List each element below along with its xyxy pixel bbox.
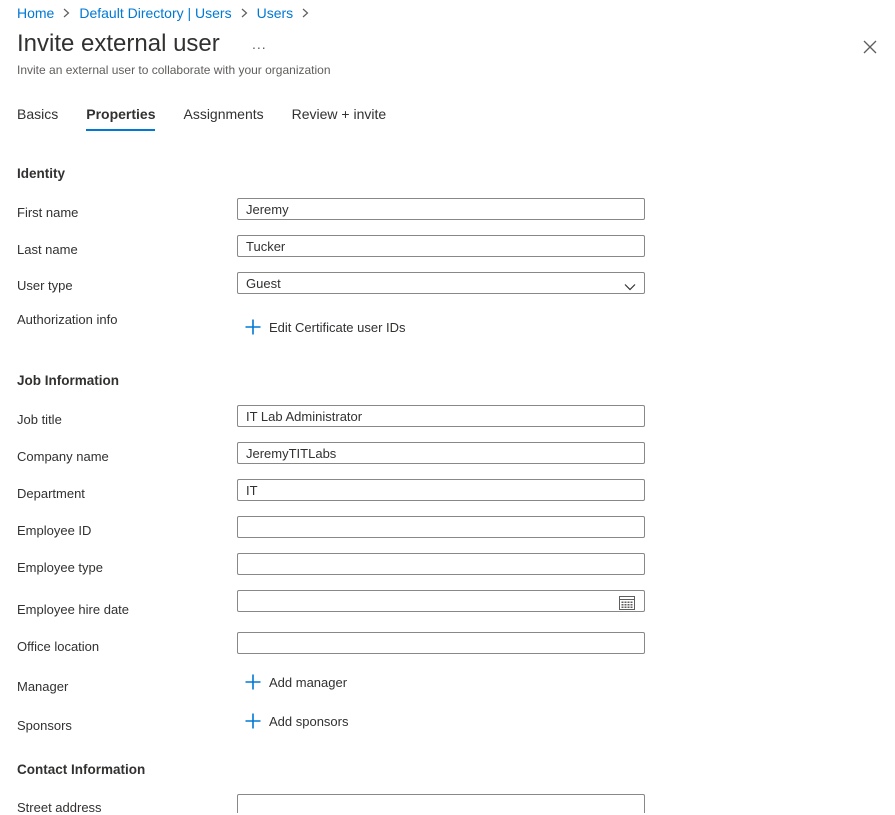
employee-type-field[interactable] [237, 553, 645, 575]
tab-bar: Basics Properties Assignments Review + i… [17, 106, 414, 131]
tab-properties[interactable]: Properties [86, 106, 156, 131]
authorization-info-label: Authorization info [17, 312, 118, 327]
company-name-label: Company name [17, 449, 109, 464]
job-information-heading: Job Information [17, 373, 119, 388]
user-type-dropdown[interactable]: Guest [237, 272, 645, 294]
tab-basics[interactable]: Basics [17, 106, 58, 131]
add-manager-label: Add manager [269, 674, 348, 690]
add-icon [245, 713, 261, 729]
employee-id-field[interactable] [237, 516, 645, 538]
first-name-label: First name [17, 205, 79, 220]
employee-id-label: Employee ID [17, 523, 92, 538]
page-subtitle: Invite an external user to collaborate w… [17, 63, 331, 77]
edit-certificate-user-ids-button[interactable]: Edit Certificate user IDs [245, 319, 406, 335]
add-manager-button[interactable]: Add manager [245, 674, 347, 690]
tab-review-invite[interactable]: Review + invite [292, 106, 387, 131]
calendar-icon[interactable] [619, 595, 635, 610]
employee-hire-date-label: Employee hire date [17, 602, 130, 617]
add-icon [245, 674, 261, 690]
chevron-right-icon [63, 5, 70, 21]
chevron-right-icon [241, 5, 248, 21]
company-name-field[interactable]: JeremyTITLabs [237, 442, 645, 464]
chevron-right-icon [302, 5, 309, 21]
breadcrumb-directory-link[interactable]: Default Directory | Users [79, 5, 231, 21]
sponsors-label: Sponsors [17, 718, 72, 733]
tab-assignments[interactable]: Assignments [183, 106, 263, 131]
page-title: Invite external user [17, 30, 220, 57]
breadcrumb-home-link[interactable]: Home [17, 5, 54, 21]
user-type-value: Guest [246, 276, 281, 291]
department-label: Department [17, 486, 85, 501]
add-sponsors-button[interactable]: Add sponsors [245, 713, 349, 729]
job-title-label: Job title [17, 412, 62, 427]
add-sponsors-label: Add sponsors [269, 713, 349, 729]
last-name-label: Last name [17, 242, 78, 257]
close-icon[interactable] [861, 38, 879, 56]
department-field[interactable]: IT [237, 479, 645, 501]
identity-heading: Identity [17, 166, 66, 181]
edit-certificate-user-ids-label: Edit Certificate user IDs [269, 319, 406, 335]
manager-label: Manager [17, 679, 69, 694]
chevron-down-icon [624, 278, 636, 291]
first-name-field[interactable]: Jeremy [237, 198, 645, 220]
user-type-label: User type [17, 278, 73, 293]
contact-information-heading: Contact Information [17, 762, 146, 777]
office-location-field[interactable] [237, 632, 645, 654]
more-options-button[interactable]: ... [252, 36, 267, 52]
employee-hire-date-field[interactable] [237, 590, 645, 612]
breadcrumb-users-link[interactable]: Users [257, 5, 294, 21]
job-title-field[interactable]: IT Lab Administrator [237, 405, 645, 427]
last-name-field[interactable]: Tucker [237, 235, 645, 257]
street-address-field[interactable] [237, 794, 645, 813]
breadcrumb: Home Default Directory | Users Users [17, 5, 318, 21]
add-icon [245, 319, 261, 335]
employee-type-label: Employee type [17, 560, 103, 575]
office-location-label: Office location [17, 639, 100, 654]
